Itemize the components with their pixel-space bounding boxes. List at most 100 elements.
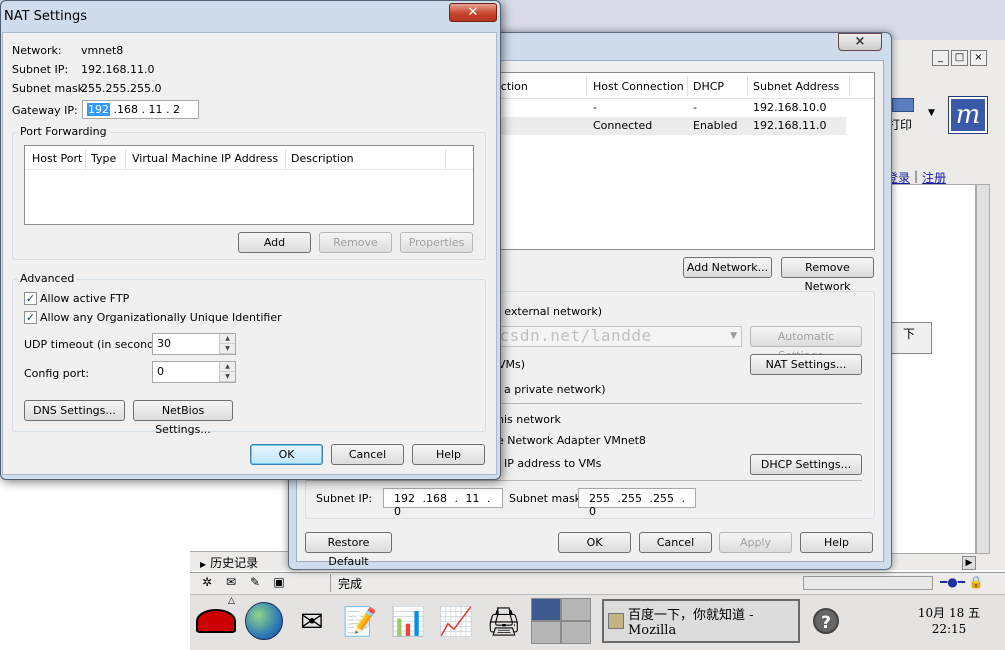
cancel-button[interactable]: Cancel [331, 444, 404, 465]
restore-default-button[interactable]: Restore Default [305, 532, 392, 568]
help-button[interactable]: Help [412, 444, 485, 465]
status-icons: ✲ ✉ ✎ ▣ [198, 575, 288, 590]
subnet-ip-value: 192.168.11.0 [81, 63, 155, 76]
add-network-button[interactable]: Add Network... [683, 257, 772, 278]
page-button-fragment[interactable]: 下 [890, 322, 932, 354]
spin-buttons: ▲ ▼ [219, 334, 235, 354]
printer-icon[interactable] [892, 98, 914, 112]
bridged-option-text: e external network) [494, 305, 602, 318]
subnet-ip-field[interactable]: 192 .168 . 11 . 0 [383, 488, 503, 518]
web-browser-icon[interactable] [242, 599, 286, 643]
subnet-ip-label: Subnet IP: [316, 492, 373, 505]
close-button[interactable]: ✕ [449, 3, 497, 22]
navigator-icon[interactable]: ✲ [198, 575, 216, 590]
udp-timeout-stepper[interactable]: 30 ▲ ▼ [152, 333, 236, 355]
dns-settings-button[interactable]: DNS Settings... [24, 400, 125, 421]
ok-button[interactable]: OK [250, 444, 323, 465]
spin-down-icon[interactable]: ▼ [220, 372, 235, 382]
workspace-1[interactable] [532, 599, 560, 620]
help-icon[interactable]: ? [813, 608, 839, 634]
col-vm-ip[interactable]: Virtual Machine IP Address [132, 152, 278, 165]
spreadsheet-icon[interactable]: 📊 [386, 599, 430, 643]
allow-oui-label[interactable]: Allow any Organizationally Unique Identi… [40, 311, 282, 324]
config-port-label: Config port: [24, 367, 90, 380]
nat-option-text: VMs) [498, 358, 526, 371]
subnet-mask-label: Subnet mask: [509, 492, 585, 505]
allow-ftp-label[interactable]: Allow active FTP [40, 292, 129, 305]
col-description[interactable]: Description [291, 152, 354, 165]
spin-up-icon[interactable]: ▲ [220, 362, 235, 372]
spin-buttons: ▲ ▼ [219, 362, 235, 382]
workspace-2[interactable] [562, 599, 590, 620]
composer-icon[interactable]: ✎ [246, 575, 264, 590]
writer-icon[interactable]: 📝 [338, 599, 382, 643]
host-only-option-text: a private network) [504, 383, 606, 396]
scroll-right-icon[interactable]: ▶ [962, 556, 976, 570]
gateway-selected-octet: 192 [87, 103, 110, 116]
presentation-icon[interactable]: 📈 [434, 599, 478, 643]
mail-client-icon[interactable]: ✉ [290, 599, 334, 643]
printer-manager-icon[interactable]: 🖨 [482, 599, 526, 643]
col-host-connection[interactable]: Host Connection [593, 80, 684, 93]
address-book-icon[interactable]: ▣ [270, 575, 288, 590]
ok-button[interactable]: OK [558, 532, 631, 553]
properties-button: Properties [400, 232, 473, 253]
allow-ftp-checkbox[interactable]: ✓ [24, 292, 37, 305]
status-text: 完成 [338, 577, 363, 591]
workspace-4[interactable] [562, 622, 590, 643]
subnet-mask-label: Subnet mask: [12, 82, 88, 95]
udp-timeout-value: 30 [157, 337, 171, 350]
browser-window-controls: _ □ × [932, 50, 987, 66]
cancel-button[interactable]: Cancel [639, 532, 712, 553]
advanced-legend: Advanced [18, 272, 77, 285]
port-forwarding-legend: Port Forwarding [18, 125, 109, 138]
print-dropdown-icon[interactable]: ▼ [928, 108, 935, 118]
menu-triangle-icon: △ [228, 596, 235, 606]
network-value: vmnet8 [81, 44, 124, 57]
taskbar-mozilla-window[interactable]: 百度一下，你就知道 - Mozilla [602, 599, 800, 643]
automatic-settings-button: Automatic Settings... [750, 326, 862, 362]
add-button[interactable]: Add [238, 232, 311, 253]
clock[interactable]: 10月 18 五 22:15 [906, 605, 992, 637]
subnet-mask-field[interactable]: 255 .255 .255 . 0 [578, 488, 696, 518]
clock-time: 22:15 [931, 622, 967, 636]
close-button[interactable]: × [970, 50, 987, 66]
mail-icon[interactable]: ✉ [222, 575, 240, 590]
col-dhcp[interactable]: DHCP [693, 80, 724, 93]
remove-network-button[interactable]: Remove Network [781, 257, 874, 293]
history-sidebar-toggle[interactable]: ▶ 历史记录 [190, 551, 302, 571]
subnet-ip-label: Subnet IP: [12, 63, 69, 76]
col-subnet-address[interactable]: Subnet Address [753, 80, 839, 93]
browser-content-area [886, 184, 976, 554]
network-label: Network: [12, 44, 62, 57]
spin-up-icon[interactable]: ▲ [220, 334, 235, 344]
col-type[interactable]: Type [91, 152, 116, 165]
mozilla-logo-icon: m [948, 96, 988, 134]
apply-button: Apply [719, 532, 792, 553]
online-status-icon[interactable]: ━●━ 🔒 [940, 575, 984, 589]
gateway-ip-field[interactable]: 192 .168 . 11 . 2 [82, 100, 199, 119]
task-title: 百度一下，你就知道 - Mozilla [628, 608, 754, 638]
workspace-switcher[interactable] [531, 598, 591, 644]
config-port-stepper[interactable]: 0 ▲ ▼ [152, 361, 236, 383]
allow-oui-checkbox[interactable]: ✓ [24, 311, 37, 324]
gateway-rest: .168 . 11 . 2 [110, 103, 180, 116]
vertical-scrollbar[interactable] [976, 184, 990, 554]
help-button[interactable]: Help [800, 532, 873, 553]
port-forwarding-table[interactable]: Host Port Type Virtual Machine IP Addres… [24, 145, 474, 225]
window-icon [608, 613, 624, 629]
vne-close-button[interactable]: × [838, 33, 882, 51]
maximize-button[interactable]: □ [951, 50, 968, 66]
dhcp-settings-button[interactable]: DHCP Settings... [750, 454, 862, 475]
minimize-button[interactable]: _ [932, 50, 949, 66]
spin-down-icon[interactable]: ▼ [220, 344, 235, 354]
dialog-title: NAT Settings [4, 9, 88, 24]
separator [306, 480, 862, 481]
progress-field [803, 576, 933, 590]
workspace-3[interactable] [532, 622, 560, 643]
netbios-settings-button[interactable]: NetBios Settings... [133, 400, 233, 436]
adapter-name-text: e Network Adapter VMnet8 [497, 434, 646, 447]
nat-settings-button[interactable]: NAT Settings... [750, 354, 862, 375]
col-host-port[interactable]: Host Port [32, 152, 82, 165]
chevron-down-icon: ▼ [730, 331, 737, 341]
